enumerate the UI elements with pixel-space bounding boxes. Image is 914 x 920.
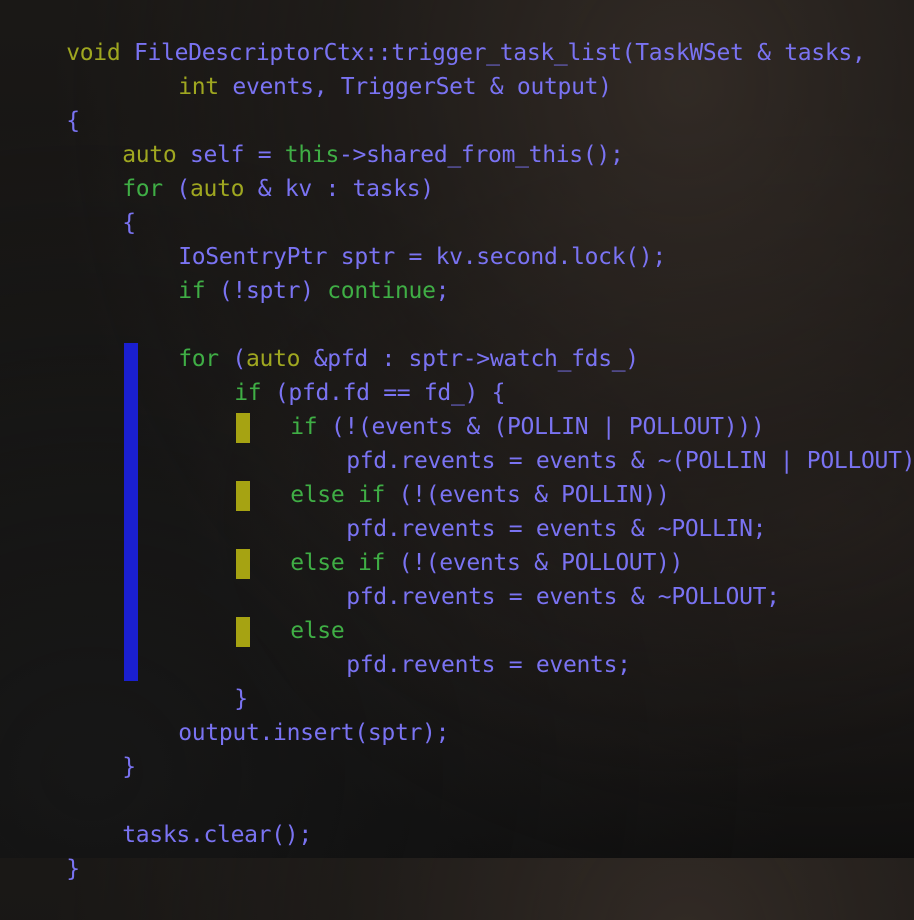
code-line[interactable]: int events, TriggerSet & output)	[124, 36, 612, 100]
brace: }	[66, 856, 80, 882]
code-line[interactable]: else if (!(events & POLLIN))	[236, 444, 670, 508]
code-line[interactable]: output.insert(sptr);	[124, 682, 449, 746]
code-line[interactable]: for (auto &pfd : sptr->watch_fds_)	[124, 308, 639, 372]
code-line[interactable]: pfd.revents = events & ~POLLIN;	[292, 478, 766, 542]
code-line[interactable]: if (!(events & (POLLIN | POLLOUT)))	[236, 376, 764, 440]
code-line[interactable]: }	[12, 818, 80, 882]
code-text: output.insert(sptr);	[178, 720, 450, 746]
code-text: pfd.revents = events & ~POLLOUT;	[346, 584, 780, 610]
code-text: (!sptr)	[218, 278, 328, 304]
code-line[interactable]: pfd.revents = events & ~(POLLIN | POLLOU…	[292, 410, 914, 474]
code-line[interactable]: auto self = this->shared_from_this();	[68, 104, 624, 168]
keyword: continue	[327, 278, 436, 304]
brace: }	[122, 754, 136, 780]
keyword: int	[178, 74, 233, 100]
code-line[interactable]: pfd.revents = events & ~POLLOUT;	[292, 546, 780, 610]
code-line[interactable]: IoSentryPtr sptr = kv.second.lock();	[124, 206, 666, 270]
code-line[interactable]: else	[236, 580, 345, 644]
code-line[interactable]: else if (!(events & POLLOUT))	[236, 512, 683, 576]
code-text: pfd.revents = events;	[346, 652, 631, 678]
code-text: (	[176, 176, 190, 202]
code-text: events, TriggerSet & output)	[232, 74, 612, 100]
code-line[interactable]: {	[12, 70, 80, 134]
code-editor[interactable]: void FileDescriptorCtx::trigger_task_lis…	[0, 0, 914, 882]
code-text: & kv : tasks)	[257, 176, 434, 202]
code-line[interactable]: }	[68, 716, 136, 780]
code-text: ;	[435, 278, 450, 304]
code-line[interactable]: pfd.revents = events;	[292, 614, 631, 678]
code-line[interactable]: tasks.clear();	[68, 784, 312, 848]
code-line[interactable]: if (pfd.fd == fd_) {	[180, 342, 505, 406]
keyword: if	[178, 278, 219, 304]
code-line[interactable]: for (auto & kv : tasks)	[68, 138, 434, 202]
code-line[interactable]: {	[68, 172, 136, 236]
code-line[interactable]: void FileDescriptorCtx::trigger_task_lis…	[12, 2, 866, 66]
keyword: auto	[189, 176, 258, 202]
code-line[interactable]: }	[180, 648, 248, 712]
code-line[interactable]: if (!sptr) continue;	[124, 240, 449, 304]
code-text: tasks.clear();	[122, 822, 312, 848]
